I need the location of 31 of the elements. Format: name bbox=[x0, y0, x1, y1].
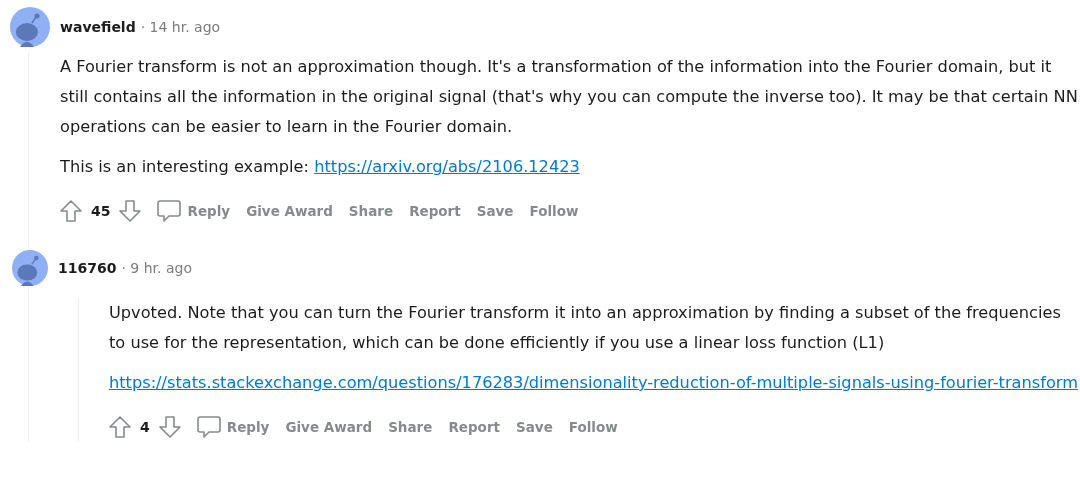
comment-text: This is an interesting example: https://arxiv.org/abs/2106.12423 bbox=[60, 156, 581, 178]
comment-text: Upvoted. Note that you can turn the Fourier transform it into an approximation by finding a subset of the frequencies to use for the representation, which can be done efficiently if you use a linear loss function (L1) bbox=[109, 302, 1062, 354]
vote-count: 45 bbox=[91, 203, 111, 219]
action-button[interactable]: Give Award bbox=[280, 415, 378, 439]
username[interactable]: 116760 bbox=[58, 260, 117, 276]
timestamp[interactable]: · 14 hr. ago bbox=[140, 19, 221, 35]
action-button[interactable]: Follow bbox=[524, 199, 584, 223]
avatar-icon bbox=[10, 7, 50, 47]
upvote-icon[interactable] bbox=[60, 199, 82, 223]
downvote-icon[interactable] bbox=[158, 415, 181, 439]
comment-text: A Fourier transform is not an approximation though. It's a transformation of the information into the Fourier domain, but it still contains all the information in the original signal (that's why you can compute the inverse too). It may be that certain NN operations can be easier to learn in the Fourier domain. bbox=[60, 56, 1079, 138]
reply-button[interactable]: Reply bbox=[196, 411, 275, 443]
action-button[interactable]: Share bbox=[383, 415, 438, 439]
comment-icon[interactable] bbox=[157, 199, 182, 223]
action-button[interactable]: Follow bbox=[563, 415, 623, 439]
avatar-icon bbox=[12, 250, 48, 286]
upvote-icon[interactable] bbox=[109, 415, 131, 439]
action-button[interactable]: Report bbox=[404, 199, 466, 223]
action-button[interactable]: Save bbox=[511, 415, 558, 439]
action-button[interactable]: Save bbox=[471, 199, 519, 223]
action-button[interactable]: Share bbox=[343, 199, 399, 223]
vote-count: 4 bbox=[140, 419, 150, 435]
link[interactable]: https://stats.stackexchange.com/questions/176283/dimensionality-reduction-of-multiple-signals-using-fourier-transform bbox=[109, 373, 1078, 392]
timestamp[interactable]: · 9 hr. ago bbox=[121, 260, 192, 276]
reply-button[interactable]: Reply bbox=[157, 195, 236, 227]
action-button[interactable]: Give Award bbox=[241, 199, 338, 223]
downvote-icon[interactable] bbox=[119, 199, 142, 223]
comment-icon[interactable] bbox=[196, 415, 221, 439]
username[interactable]: wavefield bbox=[60, 19, 136, 35]
link[interactable]: https://arxiv.org/abs/2106.12423 bbox=[314, 157, 580, 176]
action-button[interactable]: Report bbox=[443, 415, 505, 439]
